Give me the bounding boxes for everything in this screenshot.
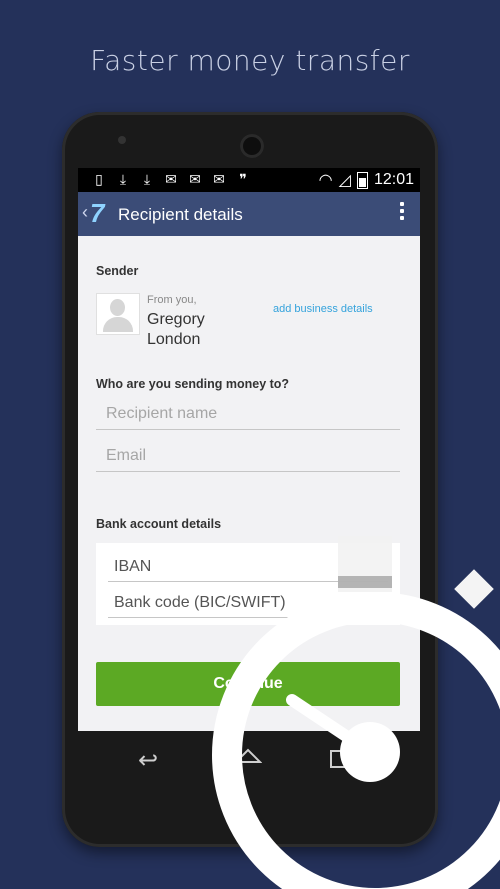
from-label: From you,: [147, 294, 197, 306]
page-title: Recipient details: [118, 205, 243, 224]
app-bar: ‹ 7 Recipient details: [78, 192, 420, 236]
avatar: [96, 293, 140, 335]
add-business-details-link[interactable]: add business details: [273, 303, 373, 315]
battery-icon: [356, 171, 368, 189]
nav-recents-icon[interactable]: [330, 750, 352, 768]
email-field[interactable]: [96, 443, 400, 472]
mail-icon: ✉: [165, 171, 177, 187]
chat-icon: ❞: [239, 171, 247, 187]
notification-icon: ▯: [95, 171, 103, 187]
sender-section-label: Sender: [96, 264, 139, 278]
phone-screen: ▯ ⤓ ⤓ ✉ ✉ ✉ ❞ ◠ ◿ 12:01 ‹ 7 Recipient de…: [78, 168, 420, 731]
recipient-section-label: Who are you sending money to?: [96, 377, 290, 391]
bank-section-label: Bank account details: [96, 517, 222, 531]
system-nav-bar: ↩: [62, 732, 438, 792]
sender-first-name: Gregory: [147, 311, 205, 328]
sender-last-name: London: [147, 331, 201, 348]
iban-input[interactable]: [108, 555, 388, 579]
wifi-icon: ◠: [318, 172, 333, 189]
front-camera: [118, 136, 126, 144]
earpiece: [240, 134, 264, 158]
mail-icon: ✉: [213, 171, 225, 187]
nav-home-icon[interactable]: [234, 746, 262, 764]
iban-field[interactable]: [108, 555, 388, 582]
email-input[interactable]: [96, 443, 400, 469]
status-time: 12:01: [373, 171, 414, 188]
recipient-name-field[interactable]: [96, 401, 400, 430]
phone-frame: ▯ ⤓ ⤓ ✉ ✉ ✉ ❞ ◠ ◿ 12:01 ‹ 7 Recipient de…: [62, 112, 438, 847]
bic-field[interactable]: [108, 591, 388, 618]
bank-details-card: [96, 543, 400, 625]
bic-input[interactable]: [108, 591, 388, 615]
download-icon: ⤓: [119, 171, 127, 187]
back-chevron-icon[interactable]: ‹: [82, 202, 88, 223]
overflow-menu-icon[interactable]: [400, 202, 404, 223]
mail-icon: ✉: [189, 171, 201, 187]
download-icon: ⤓: [143, 171, 151, 187]
nav-back-icon[interactable]: ↩: [138, 746, 158, 775]
tagline: Faster money transfer: [90, 44, 410, 77]
continue-button[interactable]: Continue: [96, 662, 400, 706]
status-bar: ▯ ⤓ ⤓ ✉ ✉ ✉ ❞ ◠ ◿ 12:01: [78, 168, 420, 192]
recipient-name-input[interactable]: [96, 401, 400, 427]
signal-icon: ◿: [338, 172, 351, 189]
app-logo-icon[interactable]: 7: [90, 198, 104, 229]
